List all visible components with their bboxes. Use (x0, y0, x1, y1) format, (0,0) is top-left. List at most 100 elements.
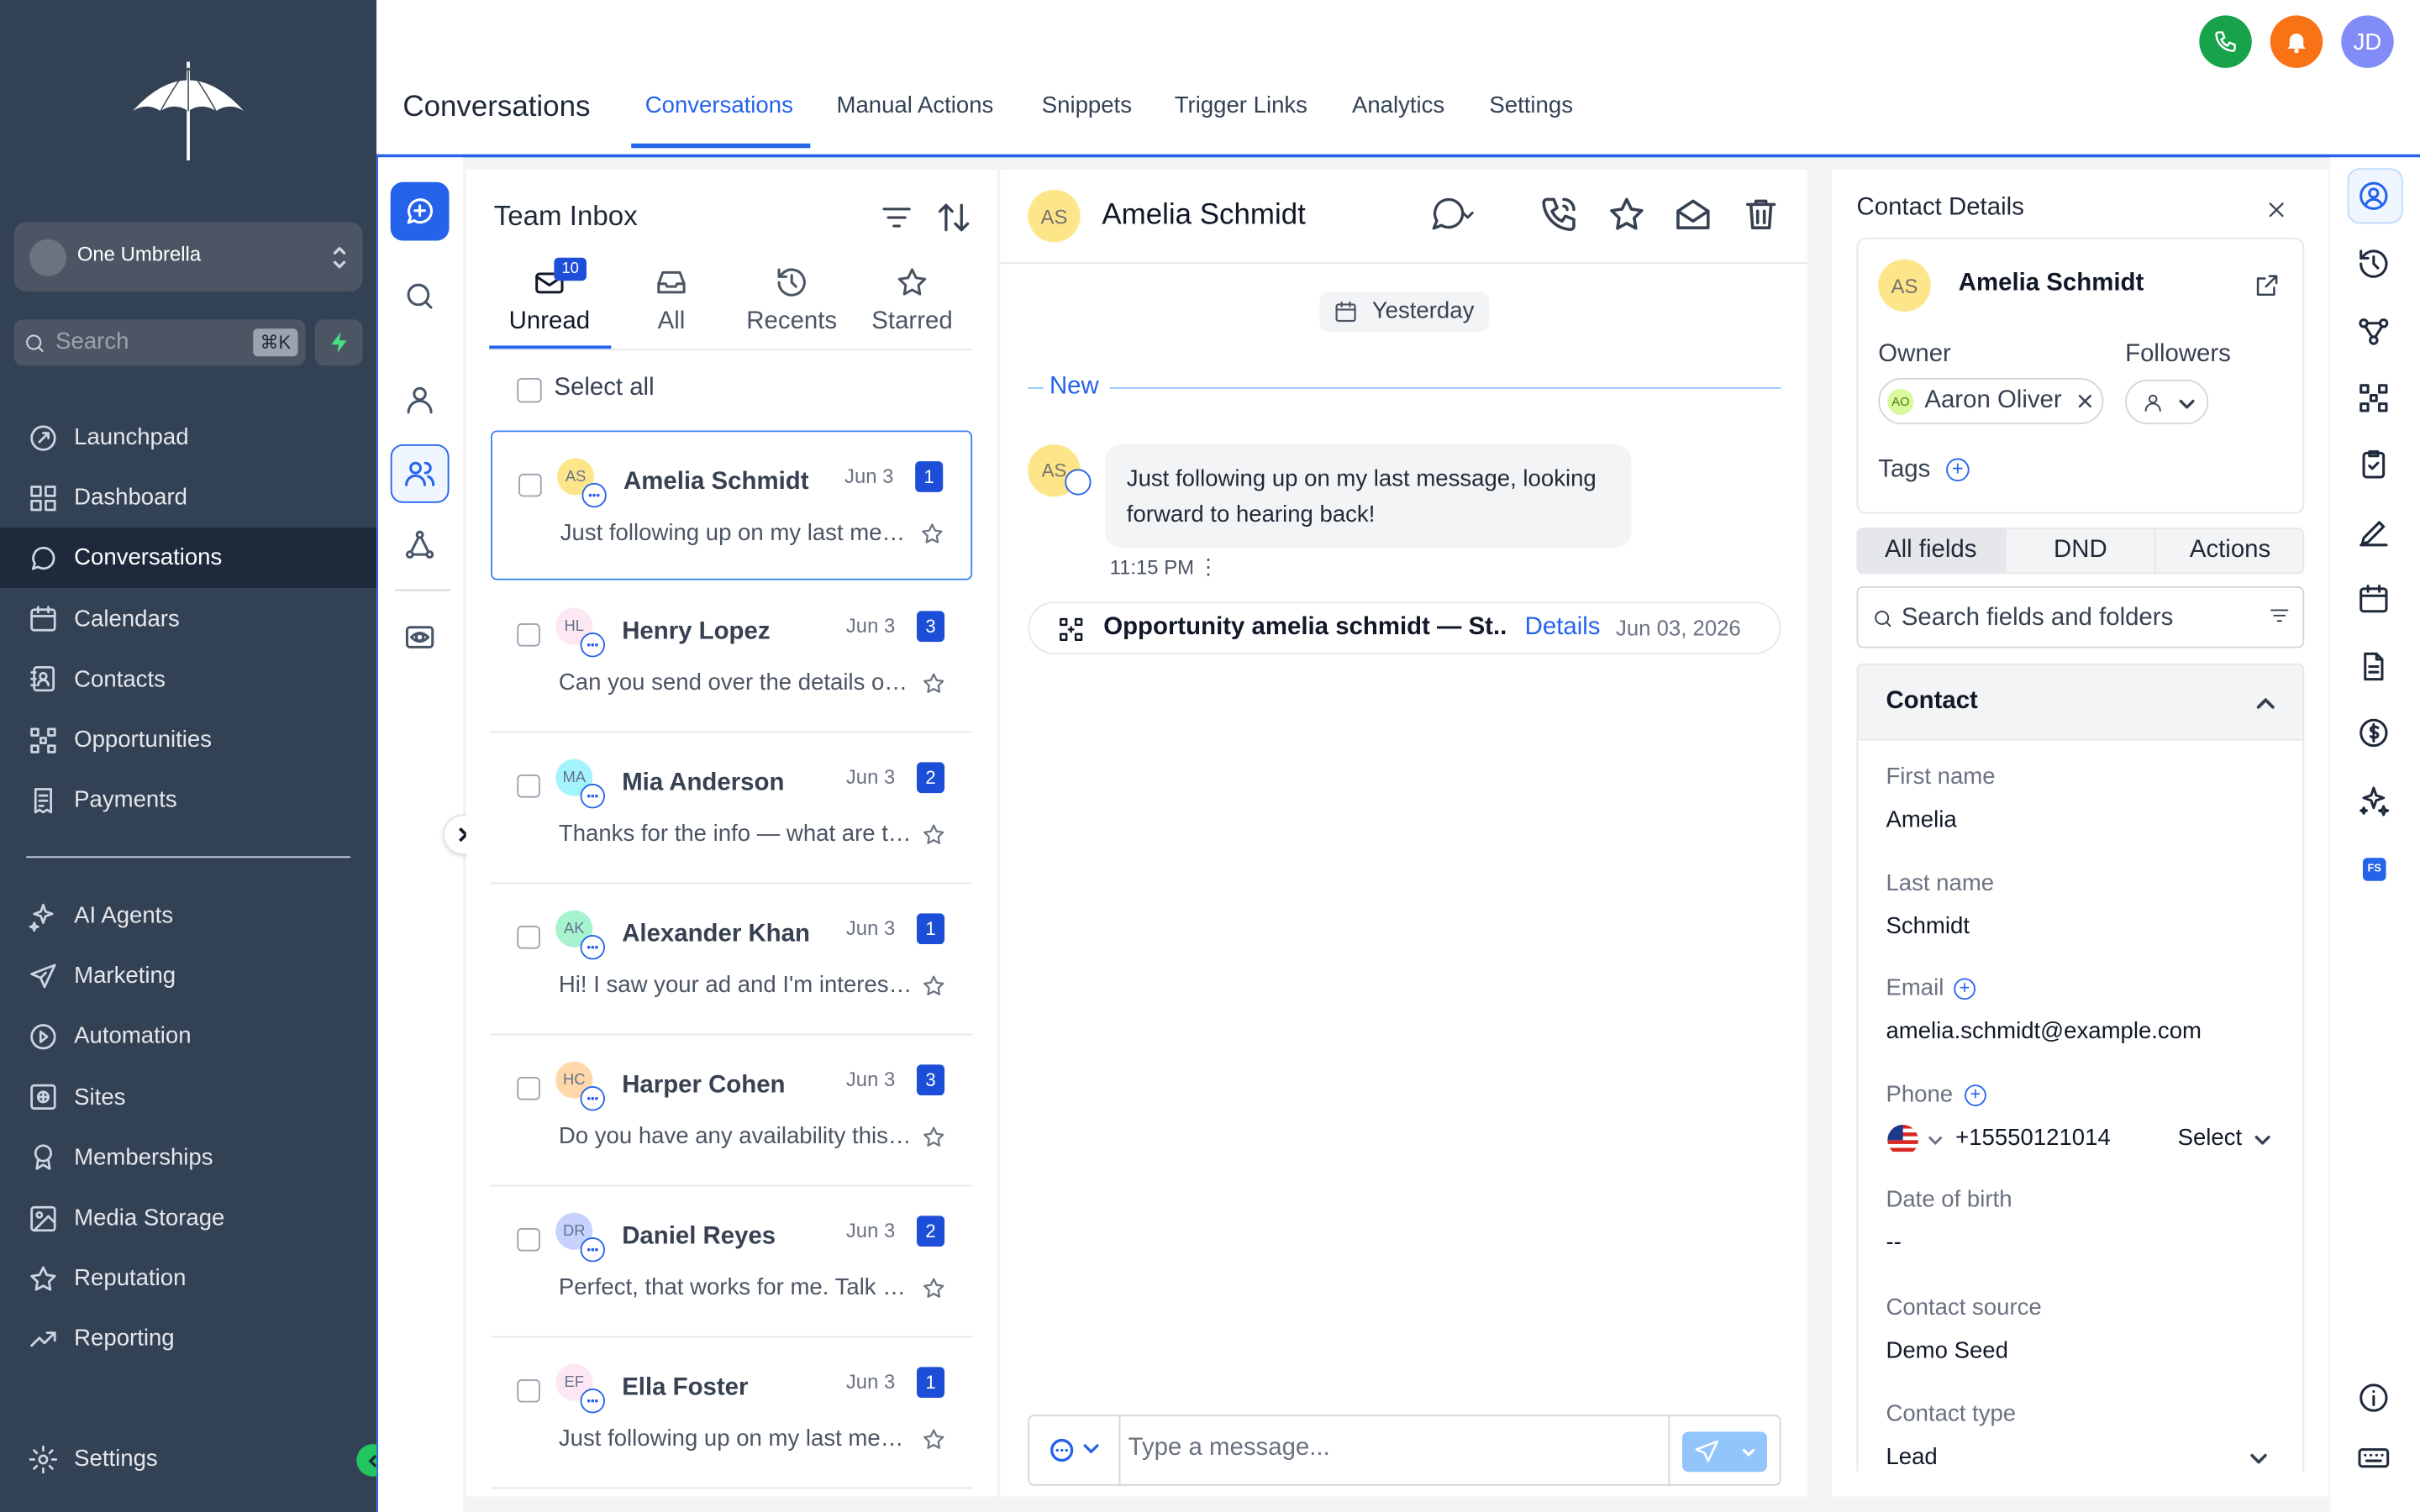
phone-button[interactable] (2199, 15, 2252, 68)
conversation-item[interactable]: DR Daniel Reyes Jun 3 2 Perfect, that works … (491, 1186, 973, 1338)
first-name-value[interactable]: Amelia (1886, 807, 1956, 833)
tab-snippets[interactable]: Snippets (1042, 92, 1132, 118)
field-search-input[interactable]: Search fields and folders (1902, 605, 2173, 633)
phone-type-select[interactable]: Select (2178, 1125, 2243, 1151)
select-all-checkbox[interactable] (517, 377, 542, 403)
sort-icon[interactable] (935, 199, 972, 236)
notifications-button[interactable] (2270, 15, 2323, 68)
owner-chip[interactable]: AO Aaron Oliver (1878, 377, 2104, 425)
mark-read-icon[interactable] (1673, 194, 1713, 234)
nav-launchpad[interactable]: Launchpad (0, 407, 376, 468)
compose-button[interactable] (390, 181, 450, 241)
document-icon[interactable] (2354, 647, 2394, 687)
tab-settings[interactable]: Settings (1489, 92, 1573, 118)
conversation-item[interactable]: AK Alexander Khan Jun 3 1 Hi! I saw your ad … (491, 884, 973, 1036)
star-icon[interactable] (920, 522, 944, 546)
nav-ai-agents[interactable]: AI Agents (0, 885, 376, 946)
fs-app-icon[interactable]: FS (2362, 858, 2386, 881)
add-tag-icon[interactable]: + (1946, 458, 1970, 482)
nav-reporting[interactable]: Reporting (0, 1309, 376, 1369)
remove-owner-icon[interactable] (2075, 392, 2094, 411)
opportunity-details-link[interactable]: Details (1525, 614, 1601, 642)
channel-select-icon[interactable] (1048, 1436, 1100, 1464)
info-icon[interactable] (2354, 1378, 2394, 1418)
source-value[interactable]: Demo Seed (1886, 1337, 2008, 1363)
star-conversation-icon[interactable] (1607, 194, 1647, 234)
filter-icon[interactable] (880, 201, 913, 234)
payments-icon[interactable] (2354, 713, 2394, 753)
conversation-checkbox[interactable] (517, 1379, 540, 1403)
keyboard-icon[interactable] (2354, 1438, 2394, 1478)
nav-media-storage[interactable]: Media Storage (0, 1188, 376, 1248)
send-button[interactable] (1682, 1431, 1768, 1473)
tab-trigger-links[interactable]: Trigger Links (1175, 92, 1307, 118)
country-code-select[interactable] (1886, 1123, 1947, 1157)
view-button[interactable] (391, 608, 450, 667)
workflow-icon[interactable] (2354, 312, 2394, 352)
nav-marketing[interactable]: Marketing (0, 946, 376, 1006)
channels-button[interactable] (391, 515, 450, 574)
tab-conversations[interactable]: Conversations (645, 92, 793, 118)
filter-tab-all[interactable]: All (611, 260, 731, 346)
field-tab-actions[interactable]: Actions (2154, 528, 2304, 575)
quick-action-button[interactable] (314, 319, 363, 366)
nav-payments[interactable]: Payments (0, 770, 376, 831)
conversation-checkbox[interactable] (517, 774, 540, 798)
nav-calendars[interactable]: Calendars (0, 589, 376, 649)
close-icon[interactable] (2264, 197, 2288, 222)
email-value[interactable]: amelia.schmidt@example.com (1886, 1018, 2202, 1044)
search-box[interactable]: Search ⌘K (13, 319, 306, 366)
user-avatar[interactable]: JD (2341, 15, 2394, 68)
conversation-item[interactable]: AS Amelia Schmidt Jun 3 1 Just following up … (491, 430, 973, 580)
conversation-item[interactable]: EF Ella Foster Jun 3 1 Just following up on … (491, 1337, 973, 1489)
star-icon[interactable] (922, 974, 946, 998)
contact-details-icon[interactable] (2354, 176, 2394, 216)
assign-conversation-icon[interactable] (1429, 194, 1476, 237)
conversation-item[interactable]: HL Henry Lopez Jun 3 3 Can you send over the… (491, 581, 973, 733)
history-icon[interactable] (2354, 244, 2394, 284)
field-tab-dnd[interactable]: DND (2004, 528, 2154, 575)
filter-tab-starred[interactable]: Starred (852, 260, 972, 346)
nav-settings[interactable]: Settings (0, 1429, 376, 1489)
add-email-icon[interactable]: + (1954, 978, 1975, 1000)
tasks-icon[interactable] (2354, 444, 2394, 485)
my-inbox-button[interactable] (391, 370, 450, 429)
delete-icon[interactable] (1741, 194, 1781, 234)
conversation-checkbox[interactable] (517, 1228, 540, 1252)
type-value[interactable]: Lead (1886, 1444, 1937, 1470)
last-name-value[interactable]: Schmidt (1886, 913, 1970, 939)
nav-conversations[interactable]: Conversations (0, 528, 377, 589)
followers-select[interactable] (2125, 379, 2209, 425)
nav-dashboard[interactable]: Dashboard (0, 468, 376, 528)
dob-value[interactable]: -- (1886, 1230, 1901, 1256)
nav-opportunities[interactable]: Opportunities (0, 710, 376, 770)
filter-tab-unread[interactable]: Unread 10 (489, 257, 609, 346)
add-phone-icon[interactable]: + (1965, 1084, 1986, 1106)
star-icon[interactable] (922, 822, 946, 847)
conversation-checkbox[interactable] (517, 926, 540, 949)
calendar-icon[interactable] (2354, 579, 2394, 619)
nav-sites[interactable]: Sites (0, 1067, 376, 1127)
conversation-item[interactable]: MA Mia Anderson Jun 3 2 Thanks for the info … (491, 732, 973, 885)
star-icon[interactable] (922, 1125, 946, 1149)
message-input[interactable]: Type a message... (1128, 1435, 1330, 1462)
star-icon[interactable] (922, 1276, 946, 1300)
field-search-box[interactable]: Search fields and folders (1856, 585, 2305, 648)
message-more-icon[interactable]: ⋮ (1197, 554, 1219, 580)
team-inbox-button[interactable] (390, 444, 450, 503)
rail-search-button[interactable] (391, 267, 450, 326)
conversation-checkbox[interactable] (517, 623, 540, 647)
star-icon[interactable] (922, 1427, 946, 1452)
tab-analytics[interactable]: Analytics (1352, 92, 1444, 118)
filter-tab-recents[interactable]: Recents (732, 260, 852, 346)
notes-icon[interactable] (2354, 512, 2394, 553)
pipeline-icon[interactable] (2354, 378, 2394, 418)
field-tab-all-fields[interactable]: All fields (1857, 528, 2005, 574)
conversation-checkbox[interactable] (517, 1077, 540, 1100)
nav-reputation[interactable]: Reputation (0, 1248, 376, 1309)
phone-value[interactable]: +15550121014 (1955, 1125, 2111, 1151)
nav-contacts[interactable]: Contacts (0, 649, 376, 710)
contact-section-header[interactable]: Contact (1856, 663, 2305, 741)
conversation-item[interactable]: HC Harper Cohen Jun 3 3 Do you have any avai… (491, 1035, 973, 1187)
call-icon[interactable] (1539, 194, 1579, 234)
